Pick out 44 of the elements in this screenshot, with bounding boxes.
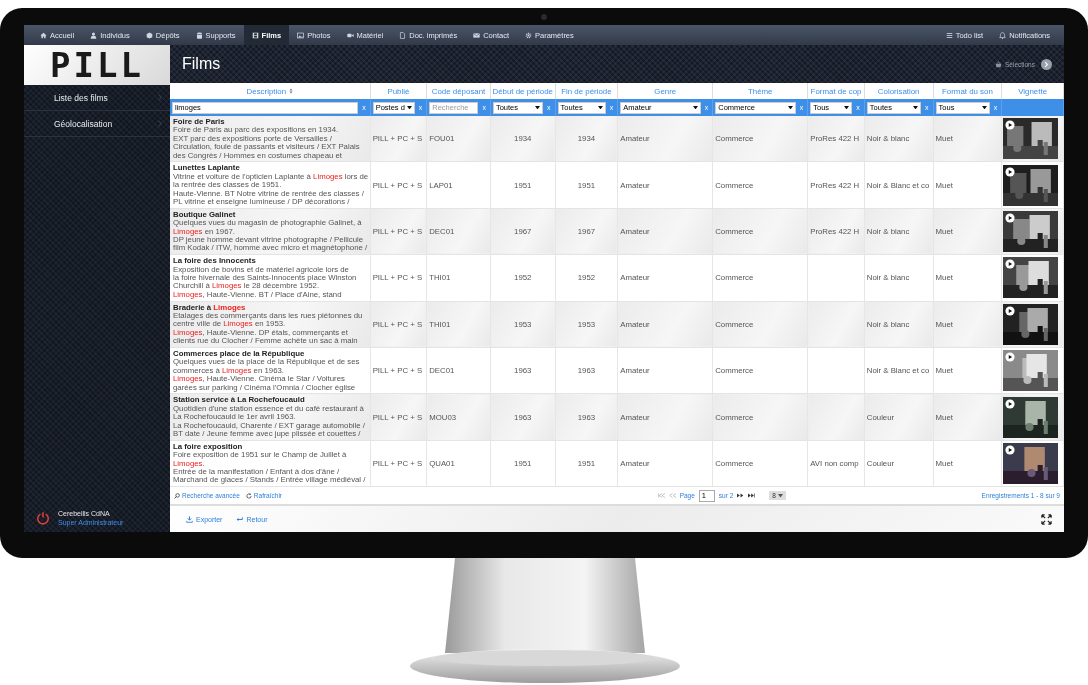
arrow-circle-icon [1041,58,1052,70]
play-icon[interactable] [1005,445,1016,455]
play-icon[interactable] [1005,305,1016,316]
video-camera-icon [346,31,354,39]
list-icon [945,31,953,39]
caret-icon [777,494,783,498]
play-icon[interactable] [1005,213,1016,224]
caret-icon [692,105,698,110]
caret-icon [597,105,603,110]
download-icon [186,515,193,523]
fullscreen-icon[interactable] [1041,513,1052,525]
last-page-icon[interactable] [748,493,756,499]
play-icon[interactable] [1005,352,1016,363]
bell-icon [999,31,1007,39]
return-arrow-icon [236,515,244,523]
refresh-icon [245,492,252,499]
envelope-icon [473,31,481,39]
caret-icon [787,105,793,110]
power-icon[interactable] [36,511,50,525]
sort-icon [289,87,294,94]
webcam-icon [541,13,547,20]
caret-icon [406,105,412,110]
chevron-icon [158,94,162,101]
basket-icon [995,60,1002,68]
database-icon [195,31,203,39]
play-icon[interactable] [1005,398,1016,409]
search-icon [174,492,180,499]
home-icon [40,31,47,39]
next-page-icon[interactable] [737,493,745,499]
caret-icon [844,105,850,110]
play-icon[interactable] [1005,120,1016,131]
film-icon [251,31,259,39]
settings-icon [525,31,533,39]
page-title: Films [182,55,221,74]
image-icon [297,31,305,39]
logo: PILL [50,48,144,82]
user-icon [90,31,98,39]
caret-icon [535,105,541,110]
document-icon [399,31,407,39]
play-icon[interactable] [1005,166,1016,177]
caret-icon [981,105,987,110]
cube-icon [145,31,153,39]
play-icon[interactable] [1005,259,1016,270]
caret-icon [913,105,919,110]
